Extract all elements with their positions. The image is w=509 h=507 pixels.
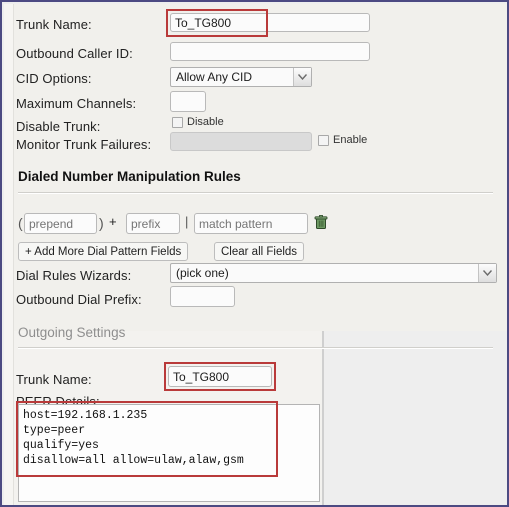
trunk-name-input[interactable] (170, 13, 370, 32)
prefix-input[interactable] (126, 213, 180, 234)
outbound-caller-id-label: Outbound Caller ID: (16, 45, 133, 61)
outgoing-trunk-name-label: Trunk Name: (16, 371, 92, 387)
row-trunk-name: Trunk Name: (16, 13, 92, 35)
dial-rules-heading: Dialed Number Manipulation Rules (18, 169, 241, 184)
chevron-down-icon[interactable] (293, 68, 311, 86)
cid-options-label: CID Options: (16, 70, 92, 86)
disable-trunk-checkbox-label: Disable (187, 116, 224, 128)
disable-trunk-checkbox[interactable] (172, 116, 183, 128)
cid-options-select[interactable]: Allow Any CID (170, 67, 312, 87)
close-paren: ) (99, 215, 104, 231)
monitor-trunk-failures-label: Monitor Trunk Failures: (16, 136, 152, 152)
monitor-trunk-failures-checkbox[interactable] (318, 134, 329, 146)
peer-details-textarea[interactable] (18, 404, 320, 502)
outbound-caller-id-input[interactable] (170, 42, 370, 61)
pipe-separator: | (185, 214, 189, 229)
plus-sign: + (109, 214, 117, 229)
disable-trunk-checkbox-group[interactable]: Disable (172, 116, 224, 128)
row-outbound-caller-id: Outbound Caller ID: (16, 42, 133, 64)
chevron-down-icon[interactable] (478, 264, 496, 282)
monitor-trunk-failures-checkbox-label: Enable (333, 134, 368, 146)
prepend-input[interactable] (24, 213, 97, 234)
add-dial-pattern-fields-button[interactable]: + Add More Dial Pattern Fields (18, 242, 189, 261)
trunk-name-label: Trunk Name: (16, 16, 92, 32)
outgoing-settings-divider (18, 347, 493, 349)
monitor-trunk-failures-input (170, 132, 312, 151)
dial-rules-wizards-label: Dial Rules Wizards: (16, 267, 132, 283)
row-cid-options: CID Options: (16, 67, 92, 89)
disable-trunk-label: Disable Trunk: (16, 118, 101, 134)
open-paren: ( (18, 215, 23, 231)
row-maximum-channels: Maximum Channels: (16, 92, 136, 114)
outbound-dial-prefix-label: Outbound Dial Prefix: (16, 291, 142, 307)
trunk-settings-form: Trunk Name: Outbound Caller ID: CID Opti… (2, 2, 507, 505)
dial-rules-wizards-value: (pick one) (176, 266, 229, 280)
trash-icon[interactable] (314, 214, 328, 230)
outgoing-settings-heading: Outgoing Settings (18, 325, 126, 340)
monitor-trunk-failures-checkbox-group[interactable]: Enable (318, 134, 367, 146)
cid-options-value: Allow Any CID (176, 70, 253, 84)
dial-rules-divider (18, 192, 493, 194)
outbound-dial-prefix-input[interactable] (170, 286, 235, 307)
dial-rules-wizards-select[interactable]: (pick one) (170, 263, 497, 283)
row-monitor-trunk-failures: Monitor Trunk Failures: (16, 133, 151, 155)
maximum-channels-input[interactable] (170, 91, 206, 112)
clear-all-fields-button[interactable]: Clear all Fields (214, 242, 305, 261)
maximum-channels-label: Maximum Channels: (16, 95, 137, 111)
trunk-settings-window: Trunk Name: Outbound Caller ID: CID Opti… (0, 0, 509, 507)
row-outbound-dial-prefix: Outbound Dial Prefix: (16, 288, 142, 310)
match-pattern-input[interactable] (194, 213, 308, 234)
row-outgoing-trunk-name: Trunk Name: (16, 368, 92, 390)
row-dial-rules-wizards: Dial Rules Wizards: (16, 264, 131, 286)
outgoing-trunk-name-input[interactable] (168, 366, 272, 387)
